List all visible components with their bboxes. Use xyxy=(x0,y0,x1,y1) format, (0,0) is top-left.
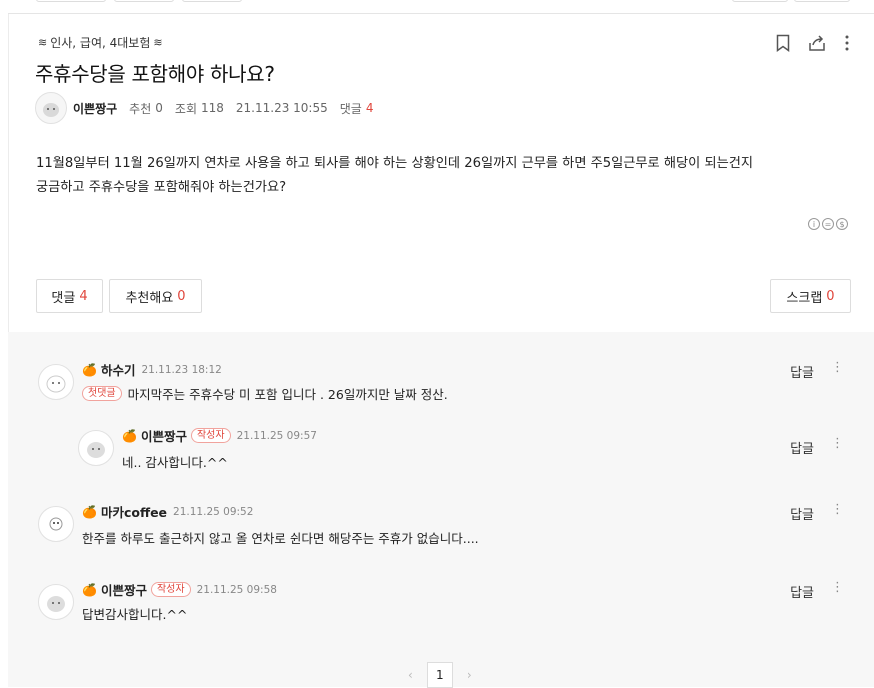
comment-text: 네.. 감사합니다.^^ xyxy=(122,455,228,470)
commenter-name[interactable]: 마카coffee xyxy=(101,502,167,521)
category-link[interactable]: ≋ 인사, 급여, 4대보험 ≋ xyxy=(35,34,166,51)
bookmark-icon[interactable] xyxy=(776,34,790,52)
post-article: ≋ 인사, 급여, 4대보험 ≋ 주휴수당을 포함해야 하나요? 이쁜짱구 추천… xyxy=(8,14,874,332)
post-actions xyxy=(776,34,850,52)
comment-text: 마지막주는 주휴수당 미 포함 입니다 . 26일까지만 날짜 정산. xyxy=(127,387,448,402)
views-count: 118 xyxy=(201,101,224,115)
comment-more-icon[interactable]: ⋮ xyxy=(831,437,844,450)
reply-button[interactable]: 답글 xyxy=(790,504,814,523)
share-icon[interactable] xyxy=(808,34,826,52)
comment-button-label: 댓글 xyxy=(51,290,76,306)
tangerine-icon: 🍊 xyxy=(122,428,137,443)
reply-button[interactable]: 답글 xyxy=(790,438,814,457)
reply-button[interactable]: 답글 xyxy=(790,582,814,601)
post-date: 21.11.23 10:55 xyxy=(235,101,328,115)
tangerine-icon: 🍊 xyxy=(82,362,97,377)
comment-text-row: 네.. 감사합니다.^^ xyxy=(122,452,228,471)
top-toolbar-strip xyxy=(8,0,874,14)
comment-more-icon[interactable]: ⋮ xyxy=(831,361,844,374)
pagination: ‹ 1 › xyxy=(408,662,472,688)
comment-header: 🍊 마카coffee 21.11.25 09:52 xyxy=(82,502,253,521)
author-tag: 작성자 xyxy=(150,582,191,597)
commenter-avatar[interactable] xyxy=(38,506,74,542)
comment-button-count: 4 xyxy=(79,288,88,304)
commenter-name[interactable]: 하수기 xyxy=(101,360,136,379)
comment-text-row: 첫댓글 마지막주는 주휴수당 미 포함 입니다 . 26일까지만 날짜 정산. xyxy=(82,384,448,403)
current-page[interactable]: 1 xyxy=(426,662,453,688)
toolbar-button[interactable] xyxy=(732,0,788,2)
author-tag: 작성자 xyxy=(190,428,231,443)
author-avatar[interactable] xyxy=(35,92,67,124)
more-icon[interactable] xyxy=(844,34,850,52)
toolbar-button[interactable] xyxy=(794,0,850,2)
comments-label: 댓글 xyxy=(339,101,362,116)
comment-more-icon[interactable]: ⋮ xyxy=(831,581,844,594)
author-name[interactable]: 이쁜짱구 xyxy=(73,100,117,117)
scrap-button[interactable]: 스크랩 0 xyxy=(770,279,851,313)
toolbar-button[interactable] xyxy=(114,0,174,2)
first-comment-badge: 첫댓글 xyxy=(82,386,122,401)
recommend-count: 0 xyxy=(155,101,163,115)
commenter-avatar[interactable] xyxy=(38,364,74,400)
comment-more-icon[interactable]: ⋮ xyxy=(831,503,844,516)
comment-time: 21.11.25 09:57 xyxy=(236,429,317,442)
commenter-name[interactable]: 이쁜짱구 xyxy=(101,580,147,599)
comment-header: 🍊 이쁜짱구 작성자 21.11.25 09:57 xyxy=(122,426,317,445)
toolbar-button[interactable] xyxy=(36,0,106,2)
comment-time: 21.11.25 09:52 xyxy=(173,505,254,518)
post-meta: 이쁜짱구 추천 0 조회 118 21.11.23 10:55 댓글 4 xyxy=(35,92,373,124)
commenter-avatar[interactable] xyxy=(78,430,114,466)
prev-page-icon[interactable]: ‹ xyxy=(408,668,413,682)
comment-text: 한주를 하루도 출근하지 않고 올 연차로 쉰다면 해당주는 주휴가 없습니다.… xyxy=(82,531,479,546)
cc-license-icon: i = $ xyxy=(808,218,848,230)
category-icon: ≋ xyxy=(38,36,48,49)
post-body-line: 궁금하고 주휴수당을 포함해줘야 하는건가요? xyxy=(36,180,287,195)
next-page-icon[interactable]: › xyxy=(467,668,472,682)
category-icon: ≋ xyxy=(153,36,163,49)
post-title: 주휴수당을 포함해야 하나요? xyxy=(35,62,275,86)
comment-text-row: 답변감사합니다.^^ xyxy=(82,604,187,623)
scrap-button-count: 0 xyxy=(826,288,835,304)
post-body: 11월8일부터 11월 26일까지 연차로 사용을 하고 퇴사를 해야 하는 상… xyxy=(36,152,856,200)
views-label: 조회 xyxy=(174,101,197,116)
toolbar-button[interactable] xyxy=(182,0,242,2)
comment-text-row: 한주를 하루도 출근하지 않고 올 연차로 쉰다면 해당주는 주휴가 없습니다.… xyxy=(82,528,479,547)
reply-button[interactable]: 답글 xyxy=(790,362,814,381)
commenter-name[interactable]: 이쁜짱구 xyxy=(141,426,187,445)
tangerine-icon: 🍊 xyxy=(82,582,97,597)
like-button[interactable]: 추천해요 0 xyxy=(109,279,202,313)
comment-section: 🍊 하수기 21.11.23 18:12 첫댓글 마지막주는 주휴수당 미 포함… xyxy=(8,332,874,688)
recommend-label: 추천 xyxy=(129,101,152,116)
scrap-button-label: 스크랩 xyxy=(786,290,823,306)
comment-header: 🍊 이쁜짱구 작성자 21.11.25 09:58 xyxy=(82,580,277,599)
comment-text: 답변감사합니다.^^ xyxy=(82,607,188,622)
category-label: 인사, 급여, 4대보험 xyxy=(50,36,151,50)
comment-header: 🍊 하수기 21.11.23 18:12 xyxy=(82,360,222,379)
comment-button[interactable]: 댓글 4 xyxy=(36,279,103,313)
post-body-line: 11월8일부터 11월 26일까지 연차로 사용을 하고 퇴사를 해야 하는 상… xyxy=(36,156,754,171)
like-button-label: 추천해요 xyxy=(125,290,174,306)
comments-count: 4 xyxy=(365,101,374,115)
tangerine-icon: 🍊 xyxy=(82,504,97,519)
like-button-count: 0 xyxy=(177,288,186,304)
comment-time: 21.11.23 18:12 xyxy=(141,363,222,376)
comment-time: 21.11.25 09:58 xyxy=(196,583,277,596)
commenter-avatar[interactable] xyxy=(38,584,74,620)
